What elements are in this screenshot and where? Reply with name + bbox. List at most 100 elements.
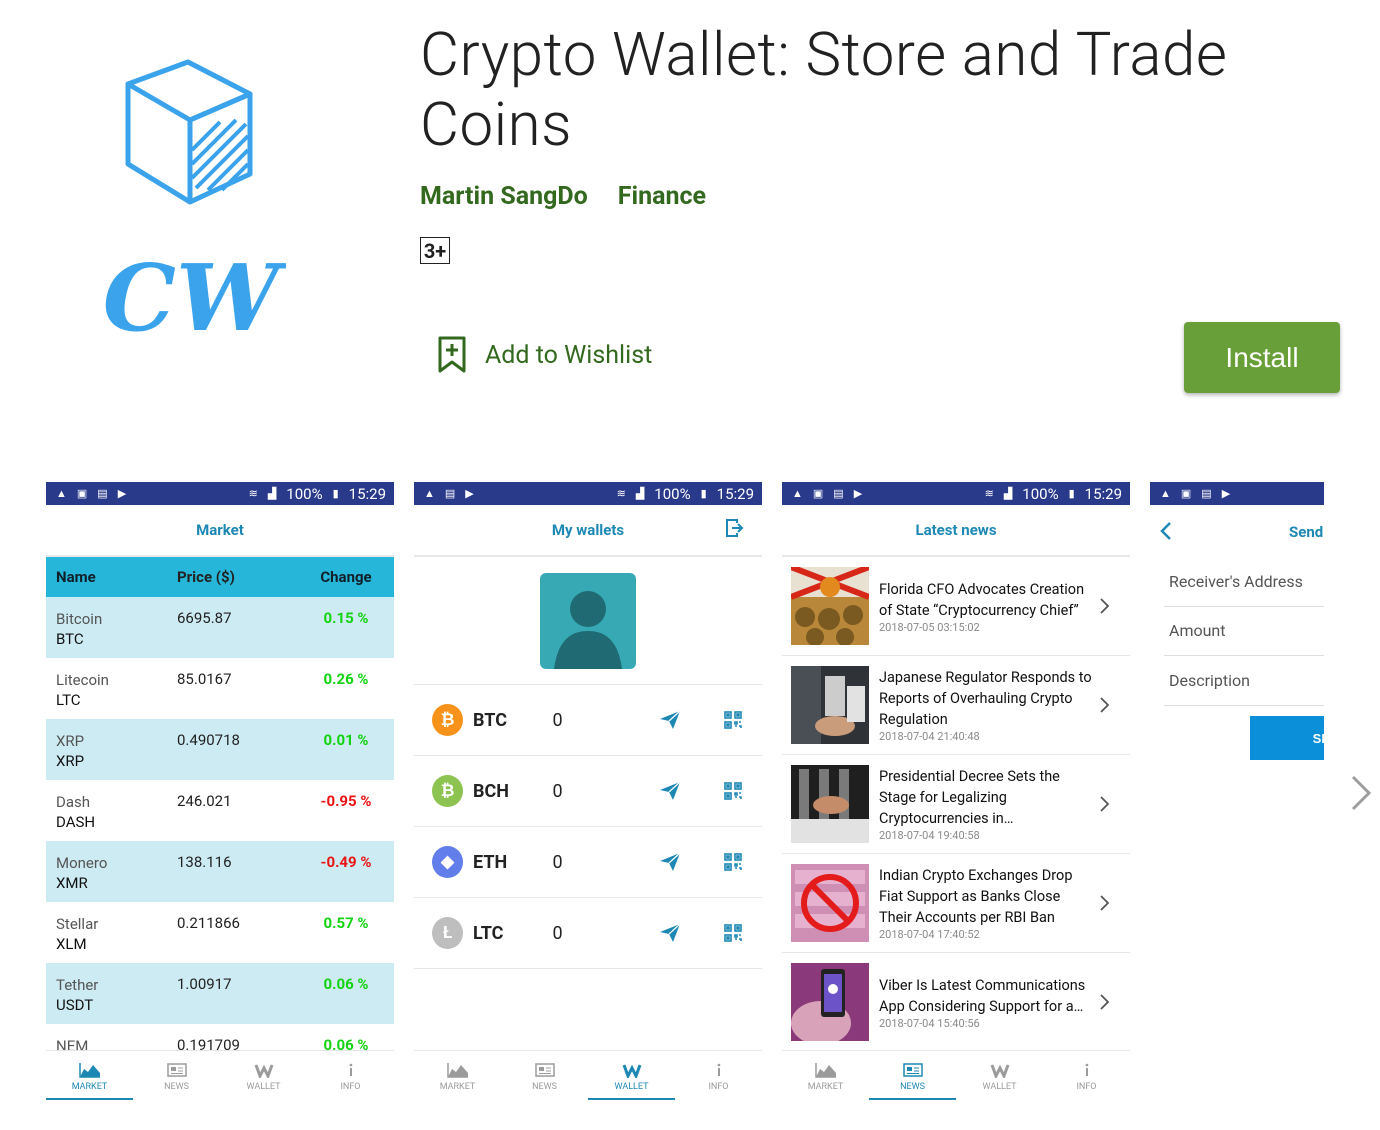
chevron-right-icon[interactable] bbox=[1350, 775, 1372, 815]
send-icon[interactable] bbox=[636, 923, 704, 943]
back-icon[interactable] bbox=[1160, 521, 1172, 545]
table-row[interactable]: Litecoin LTC 85.0167 0.26 % bbox=[46, 658, 394, 719]
warning-icon: ▲ bbox=[424, 487, 435, 500]
wallet-row[interactable]: ₿ BCH 0 bbox=[414, 756, 762, 827]
news-title: Florida CFO Advocates Creation of State … bbox=[879, 580, 1085, 619]
screenshot-news[interactable]: ▲ ▣ ▤ ▶ ≋ ▟ 100% ▮ 15:29 Latest news Florida CF… bbox=[782, 482, 1130, 1102]
news-thumbnail bbox=[791, 567, 869, 645]
send-icon[interactable] bbox=[636, 710, 704, 730]
install-button[interactable]: Install bbox=[1184, 322, 1340, 393]
chart-area-icon bbox=[78, 1062, 100, 1078]
description-field[interactable]: Description bbox=[1164, 656, 1324, 706]
nav-news[interactable]: NEWS bbox=[869, 1051, 956, 1102]
screen-title: My wallets bbox=[551, 521, 625, 539]
wallet-icon bbox=[254, 1063, 273, 1078]
logout-icon[interactable] bbox=[726, 519, 744, 541]
news-date: 2018-07-05 03:15:02 bbox=[879, 620, 980, 634]
signal-icon: ▟ bbox=[267, 487, 277, 500]
screen-title: Latest news bbox=[782, 505, 1130, 557]
list-item[interactable]: Japanese Regulator Responds to Reports o… bbox=[782, 656, 1130, 755]
screenshot-send[interactable]: ▲▣▤▶ ≋▟ Send Receiver's Address Amount D… bbox=[1150, 482, 1324, 1102]
wallet-symbol: BTC bbox=[473, 709, 507, 731]
screenshot-market[interactable]: ▲ ▣ ▤ ▶ ≋ ▟ 100% ▮ 15:29 Market Name Price ($) … bbox=[46, 482, 394, 1102]
nav-market[interactable]: MARKET bbox=[414, 1051, 501, 1102]
table-row[interactable]: Bitcoin BTC 6695.87 0.15 % bbox=[46, 597, 394, 658]
category-link[interactable]: Finance bbox=[618, 182, 706, 211]
chevron-right-icon bbox=[1094, 796, 1114, 812]
screenshot-wallet[interactable]: ▲ ▤ ▶ ≋ ▟ 100% ▮ 15:29 My wallets ₿ BTC 0 ₿ BCH 0 ◆ E… bbox=[414, 482, 762, 1102]
wallet-list: ₿ BTC 0 ₿ BCH 0 ◆ ETH 0 Ł LTC 0 bbox=[414, 685, 762, 969]
nav-info[interactable]: INFO bbox=[307, 1051, 394, 1102]
market-table-header: Name Price ($) Change bbox=[46, 557, 394, 597]
wallet-row[interactable]: ◆ ETH 0 bbox=[414, 827, 762, 898]
nav-wallet[interactable]: WALLET bbox=[220, 1051, 307, 1102]
avatar[interactable] bbox=[540, 572, 636, 669]
send-button[interactable]: SE bbox=[1250, 716, 1324, 760]
list-item[interactable]: Presidential Decree Sets the Stage for L… bbox=[782, 755, 1130, 854]
coin-name: XRP bbox=[56, 732, 85, 750]
coin-symbol: XMR bbox=[56, 874, 88, 892]
content-rating-badge: 3+ bbox=[420, 237, 450, 264]
coin-price: 6695.87 bbox=[177, 609, 232, 627]
developer-link[interactable]: Martin SangDo bbox=[420, 182, 588, 211]
info-icon bbox=[717, 1063, 720, 1076]
app-title: Crypto Wallet: Store and Trade Coins bbox=[420, 19, 1228, 160]
nav-wallet[interactable]: WALLET bbox=[588, 1051, 675, 1102]
coin-name: Dash bbox=[56, 793, 91, 811]
chevron-right-icon bbox=[1094, 697, 1114, 713]
send-icon[interactable] bbox=[636, 852, 704, 872]
wallet-icon bbox=[622, 1063, 641, 1078]
app-icon-text: CW bbox=[103, 244, 286, 350]
table-row[interactable]: Tether USDT 1.00917 0.06 % bbox=[46, 963, 394, 1024]
signal-icon: ▟ bbox=[635, 487, 645, 500]
coin-price: 246.021 bbox=[177, 792, 232, 810]
image-icon: ▣ bbox=[812, 487, 824, 500]
list-item[interactable]: Indian Crypto Exchanges Drop Fiat Suppor… bbox=[782, 854, 1130, 953]
wallet-row[interactable]: ₿ BTC 0 bbox=[414, 685, 762, 756]
coin-symbol: USDT bbox=[56, 996, 94, 1014]
eth-coin-icon: ◆ bbox=[432, 846, 464, 878]
send-icon[interactable] bbox=[636, 781, 704, 801]
wallet-symbol: BCH bbox=[473, 780, 510, 802]
coin-symbol: LTC bbox=[56, 691, 81, 709]
wallet-balance: 0 bbox=[552, 922, 563, 944]
add-to-wishlist-button[interactable]: Add to Wishlist bbox=[437, 336, 652, 374]
card-icon: ▤ bbox=[1201, 487, 1212, 500]
table-row[interactable]: Monero XMR 138.116 -0.49 % bbox=[46, 841, 394, 902]
wifi-icon: ≋ bbox=[248, 487, 258, 500]
qr-code-icon[interactable] bbox=[704, 853, 762, 871]
nav-info[interactable]: INFO bbox=[1043, 1051, 1130, 1102]
qr-code-icon[interactable] bbox=[704, 782, 762, 800]
wallet-icon bbox=[990, 1063, 1009, 1078]
coin-name: Monero bbox=[56, 854, 108, 872]
nav-info[interactable]: INFO bbox=[675, 1051, 762, 1102]
list-item[interactable]: Florida CFO Advocates Creation of State … bbox=[782, 557, 1130, 656]
nav-news[interactable]: NEWS bbox=[133, 1051, 220, 1102]
play-icon: ▶ bbox=[465, 487, 474, 500]
nav-wallet[interactable]: WALLET bbox=[956, 1051, 1043, 1102]
table-row[interactable]: Stellar XLM 0.211866 0.57 % bbox=[46, 902, 394, 963]
coin-change: 0.06 % bbox=[323, 975, 369, 993]
coin-symbol: DASH bbox=[56, 813, 96, 831]
receiver-address-field[interactable]: Receiver's Address bbox=[1164, 557, 1324, 607]
amount-field[interactable]: Amount bbox=[1164, 607, 1324, 656]
warning-icon: ▲ bbox=[56, 487, 67, 500]
table-row[interactable]: XRP XRP 0.490718 0.01 % bbox=[46, 719, 394, 780]
card-icon: ▤ bbox=[833, 487, 844, 500]
card-icon: ▤ bbox=[444, 487, 456, 500]
news-title: Presidential Decree Sets the Stage for L… bbox=[879, 768, 1060, 827]
nav-market[interactable]: MARKET bbox=[782, 1051, 869, 1102]
bottom-nav: MARKET NEWS WALLET INFO bbox=[46, 1050, 394, 1102]
coin-symbol: XRP bbox=[56, 752, 85, 770]
screen-title: Market bbox=[46, 505, 394, 557]
list-item[interactable]: Viber Is Latest Communications App Consi… bbox=[782, 953, 1130, 1052]
qr-code-icon[interactable] bbox=[704, 711, 762, 729]
nav-news[interactable]: NEWS bbox=[501, 1051, 588, 1102]
table-row[interactable]: Dash DASH 246.021 -0.95 % bbox=[46, 780, 394, 841]
nav-market[interactable]: MARKET bbox=[46, 1051, 133, 1102]
wallet-row[interactable]: Ł LTC 0 bbox=[414, 898, 762, 969]
news-date: 2018-07-04 15:40:56 bbox=[879, 1016, 980, 1030]
qr-code-icon[interactable] bbox=[704, 924, 762, 942]
coin-name: Bitcoin bbox=[56, 610, 103, 628]
bookmark-add-icon bbox=[437, 336, 467, 374]
